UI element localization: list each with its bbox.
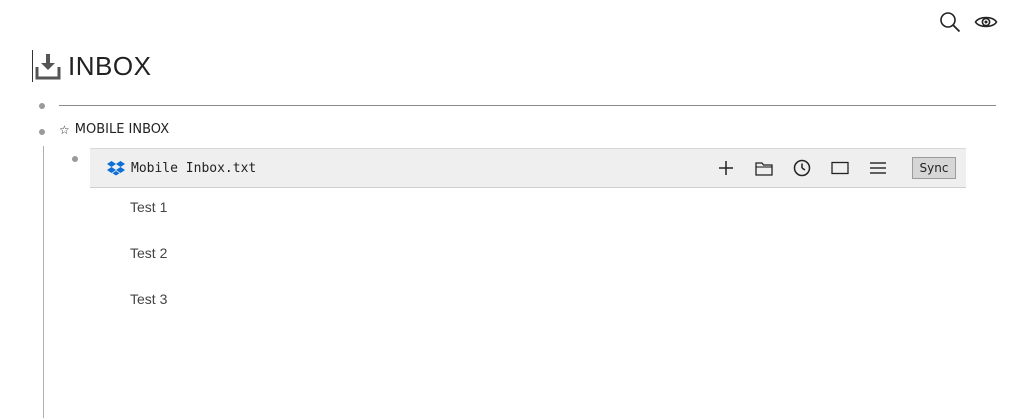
add-icon[interactable] xyxy=(714,156,738,180)
outline-bullet[interactable] xyxy=(72,156,78,162)
page: INBOX ☆ MOBILE INBOX Mobile Inbox.txt Sy… xyxy=(0,0,1024,418)
indent-guide xyxy=(43,146,44,418)
horizontal-rule xyxy=(59,105,996,106)
folder-icon[interactable] xyxy=(752,156,776,180)
inbox-download-icon xyxy=(35,51,61,81)
outline-bullet[interactable] xyxy=(39,103,45,109)
file-header-bar: Mobile Inbox.txt Sync xyxy=(90,148,966,188)
page-header: INBOX xyxy=(32,50,151,82)
file-line[interactable]: Test 1 xyxy=(130,199,167,245)
outline-item-label: MOBILE INBOX xyxy=(74,122,170,137)
clock-icon[interactable] xyxy=(790,156,814,180)
star-icon: ☆ xyxy=(59,122,70,137)
top-toolbar xyxy=(938,10,998,34)
menu-icon[interactable] xyxy=(866,156,890,180)
file-actions: Sync xyxy=(714,156,956,180)
outline-bullet[interactable] xyxy=(39,129,45,135)
search-icon[interactable] xyxy=(938,10,962,34)
sync-button[interactable]: Sync xyxy=(912,157,956,179)
dropbox-icon xyxy=(107,160,125,176)
file-line[interactable]: Test 2 xyxy=(130,245,167,291)
file-line[interactable]: Test 3 xyxy=(130,291,167,337)
page-title: INBOX xyxy=(68,50,152,81)
file-name[interactable]: Mobile Inbox.txt xyxy=(131,161,256,176)
text-cursor xyxy=(32,50,33,82)
file-content[interactable]: Test 1 Test 2 Test 3 xyxy=(130,199,167,337)
eye-icon[interactable] xyxy=(974,10,998,34)
rectangle-icon[interactable] xyxy=(828,156,852,180)
outline-item-mobile-inbox[interactable]: ☆ MOBILE INBOX xyxy=(59,122,169,137)
